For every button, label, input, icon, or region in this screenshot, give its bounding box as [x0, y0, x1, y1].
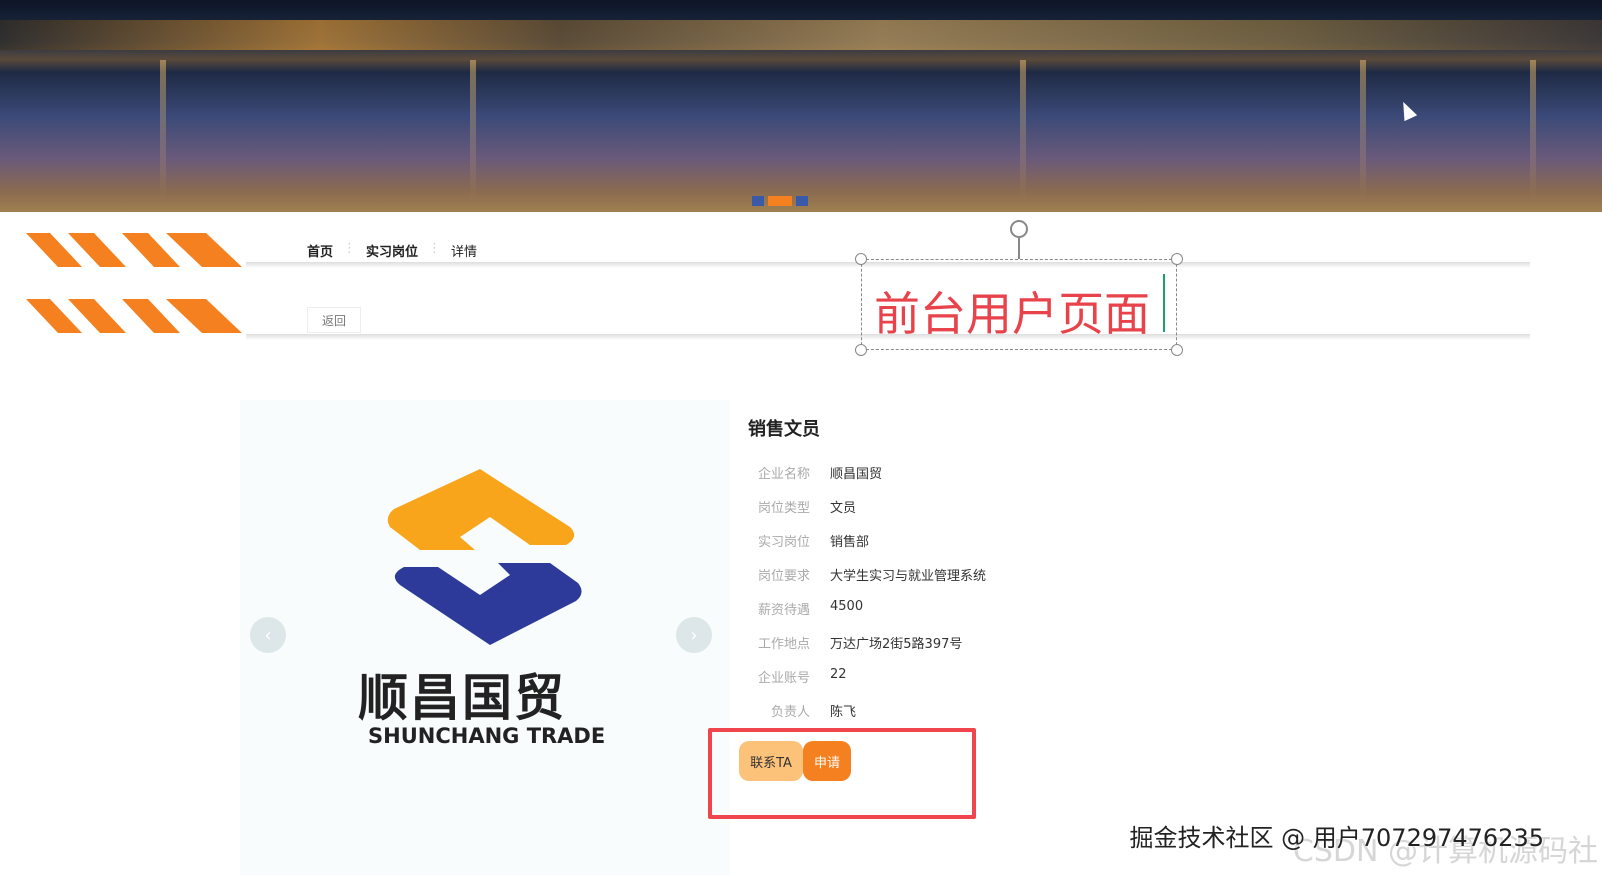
logo-text-en: SHUNCHANG TRADE: [368, 724, 606, 748]
info-row: 薪资待遇 4500: [748, 599, 863, 618]
stripe-decoration: [26, 233, 242, 267]
resize-handle[interactable]: [1171, 253, 1183, 265]
info-row: 企业账号 22: [748, 667, 847, 686]
field-value: 大学生实习与就业管理系统: [830, 569, 987, 584]
info-row: 企业名称 顺昌国贸: [748, 463, 882, 482]
bridge-lights: [0, 20, 1602, 50]
carousel-dots: [752, 196, 808, 206]
contact-button[interactable]: 联系TA: [739, 741, 803, 781]
field-value: 销售部: [830, 535, 870, 550]
field-label: 工作地点: [757, 637, 810, 652]
watermark: 掘金技术社区 @ 用户707297476235: [1129, 824, 1545, 852]
light-reflection: [160, 60, 166, 200]
field-label: 企业账号: [757, 671, 810, 686]
info-row: 工作地点 万达广场2街5路397号: [748, 633, 962, 652]
breadcrumb-separator: ⋮: [343, 241, 357, 256]
field-label: 实习岗位: [757, 535, 810, 550]
breadcrumb: 首页 ⋮ 实习岗位 ⋮ 详情: [307, 241, 477, 260]
apply-button[interactable]: 申请: [803, 741, 851, 781]
breadcrumb-detail: 详情: [451, 245, 478, 260]
carousel-dot[interactable]: [796, 196, 808, 206]
light-reflection: [1020, 60, 1026, 200]
field-value: 顺昌国贸: [830, 467, 883, 482]
logo-text-cn: 顺昌国贸: [358, 669, 566, 727]
info-row: 岗位要求 大学生实习与就业管理系统: [748, 565, 986, 584]
breadcrumb-separator: ⋮: [428, 241, 442, 256]
gallery-next-button[interactable]: ›: [676, 617, 712, 653]
job-title: 销售文员: [748, 419, 820, 440]
gallery-prev-button[interactable]: ‹: [250, 617, 286, 653]
light-reflection: [1530, 60, 1536, 200]
resize-handle[interactable]: [1171, 344, 1183, 356]
info-row: 岗位类型 文员: [748, 497, 856, 516]
light-reflection: [470, 60, 476, 200]
resize-handle[interactable]: [855, 253, 867, 265]
carousel-dot[interactable]: [752, 196, 764, 206]
info-row: 实习岗位 销售部: [748, 531, 869, 550]
light-reflection: [1360, 60, 1366, 200]
rotate-handle-line: [1018, 238, 1020, 259]
text-caret: [1163, 274, 1165, 332]
annotation-textbox[interactable]: 前台用户页面: [855, 253, 1183, 356]
field-value: 文员: [830, 501, 857, 516]
field-label: 负责人: [770, 705, 810, 720]
resize-handle[interactable]: [855, 344, 867, 356]
breadcrumb-internships[interactable]: 实习岗位: [366, 241, 418, 260]
field-value: 4500: [830, 599, 864, 614]
field-label: 岗位要求: [757, 569, 810, 584]
back-button[interactable]: 返回: [307, 307, 361, 333]
carousel-dot-active[interactable]: [768, 196, 792, 206]
rotate-handle[interactable]: [1010, 220, 1028, 238]
image-gallery: 顺昌国贸 SHUNCHANG TRADE: [240, 400, 730, 875]
field-value: 万达广场2街5路397号: [830, 637, 963, 652]
stripe-decoration: [26, 299, 242, 333]
mouse-cursor-icon: [1396, 98, 1418, 122]
field-value: 陈飞: [830, 705, 857, 720]
annotation-text[interactable]: 前台用户页面: [874, 278, 1150, 344]
field-label: 岗位类型: [757, 501, 810, 516]
breadcrumb-home[interactable]: 首页: [307, 241, 333, 260]
field-value: 22: [830, 667, 847, 682]
company-logo-icon: [387, 469, 582, 645]
hero-banner: [0, 0, 1602, 212]
field-label: 企业名称: [757, 467, 810, 482]
field-label: 薪资待遇: [757, 603, 810, 618]
info-row: 负责人 陈飞: [748, 701, 856, 720]
